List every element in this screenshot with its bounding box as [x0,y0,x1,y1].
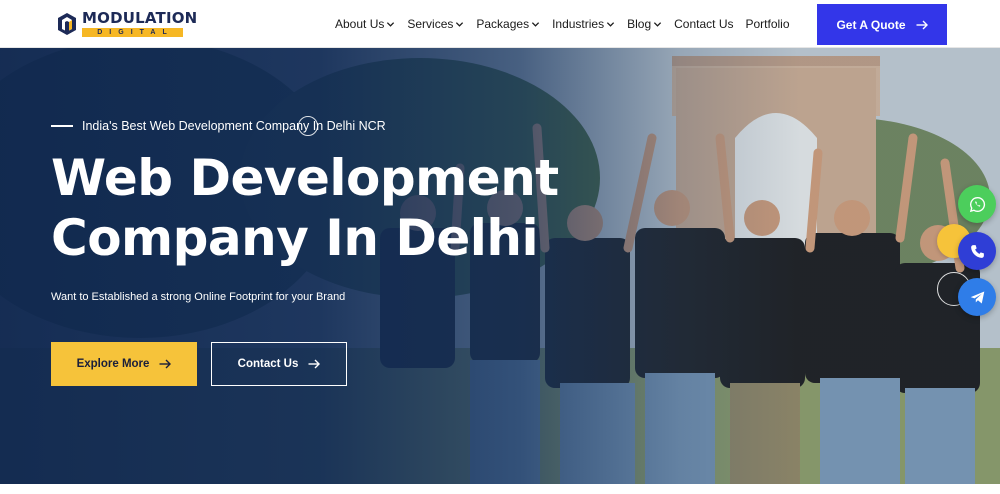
arrow-right-icon [916,20,928,29]
contact-us-button[interactable]: Contact Us [211,342,347,386]
main-nav: About Us Services Packages Industries Bl… [335,17,802,31]
logo-title: MODULATION [82,9,198,27]
logo-mark-icon [58,13,76,35]
telegram-button[interactable] [958,278,996,316]
cursor-ring-icon [298,116,318,136]
hero-subtext: Want to Established a strong Online Foot… [51,291,346,303]
contact-us-label: Contact Us [237,358,299,370]
nav-item-label: About Us [335,17,385,31]
nav-item-industries[interactable]: Industries [552,17,615,31]
site-header: MODULATION DIGITAL About Us Services Pac… [0,0,1000,48]
hero-section: India's Best Web Development Company In … [0,48,1000,484]
arrow-right-icon [308,359,321,369]
chevron-down-icon [654,21,662,27]
nav-item-about-us[interactable]: About Us [335,17,395,31]
nav-item-label: Services [407,17,454,31]
nav-item-label: Packages [476,17,530,31]
arrow-right-icon [159,359,172,369]
nav-item-packages[interactable]: Packages [476,17,540,31]
chevron-down-icon [456,21,464,27]
nav-item-portfolio[interactable]: Portfolio [746,17,790,31]
explore-more-button[interactable]: Explore More [51,342,197,386]
whatsapp-button[interactable] [958,185,996,223]
nav-item-contact-us[interactable]: Contact Us [674,17,733,31]
nav-item-label: Contact Us [674,17,734,31]
telegram-icon [970,291,984,303]
chevron-down-icon [607,21,615,27]
chevron-down-icon [531,21,540,27]
phone-icon [970,244,984,258]
chevron-down-icon [387,21,395,27]
tagline-text: India's Best Web Development Company In … [82,119,386,133]
logo[interactable]: MODULATION DIGITAL [55,10,197,38]
get-a-quote-button[interactable]: Get A Quote [817,4,947,45]
page-bottom-strip [0,484,1000,494]
phone-button[interactable] [958,232,996,270]
nav-item-blog[interactable]: Blog [627,17,662,31]
hero-headline: Web Development Company In Delhi [51,148,611,268]
logo-subtitle: DIGITAL [82,28,183,37]
nav-item-label: Blog [627,17,652,31]
headline-line-2: Company In Delhi [51,209,539,267]
get-a-quote-label: Get A Quote [836,17,906,32]
tagline-divider [51,125,73,127]
hero-tagline: India's Best Web Development Company In … [51,119,386,133]
explore-more-label: Explore More [76,358,150,370]
nav-item-label: Industries [552,17,605,31]
page: MODULATION DIGITAL About Us Services Pac… [0,0,1000,494]
headline-line-1: Web Development [51,149,559,207]
whatsapp-icon [969,196,985,212]
nav-item-label: Portfolio [745,17,790,31]
nav-item-services[interactable]: Services [407,17,464,31]
